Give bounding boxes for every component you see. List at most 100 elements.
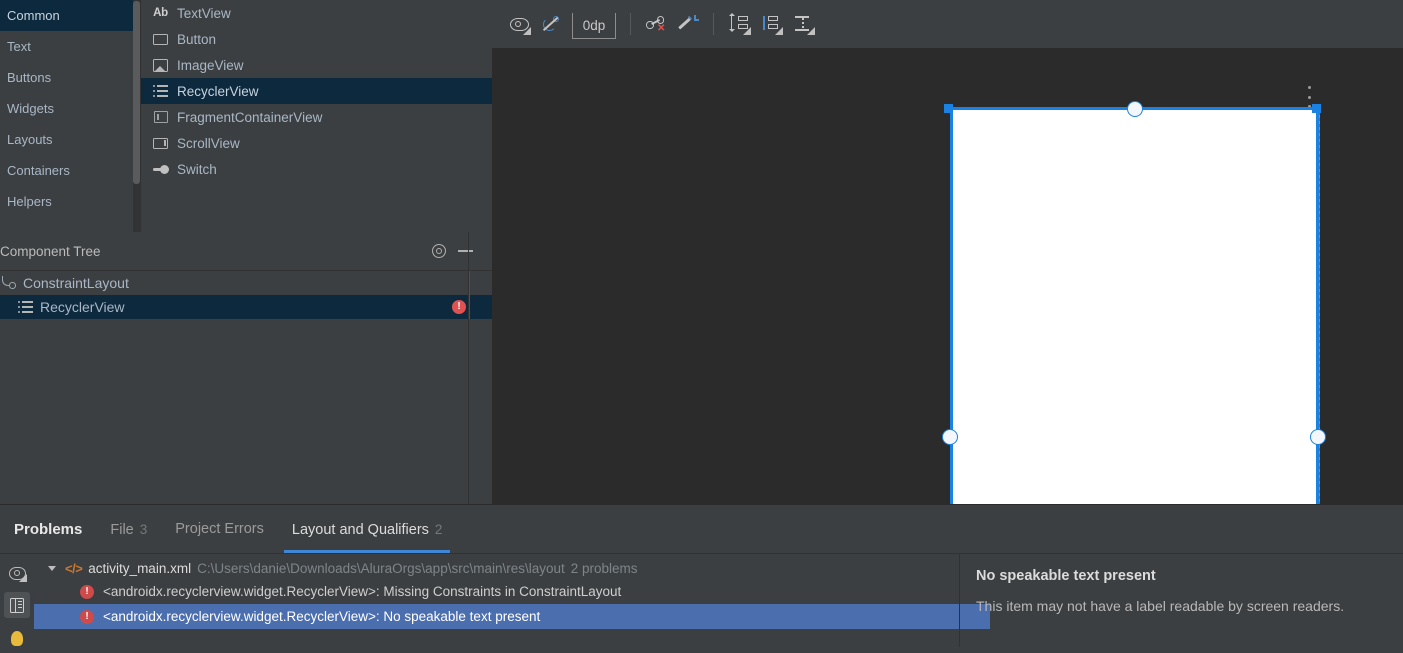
- image-icon: [152, 57, 169, 74]
- tree-row-recyclerview[interactable]: RecyclerView !: [0, 295, 492, 319]
- palette-category-buttons[interactable]: Buttons: [0, 62, 140, 93]
- palette-item-label: ImageView: [177, 57, 244, 73]
- tab-layout-and-qualifiers[interactable]: Layout and Qualifiers 2: [278, 506, 457, 553]
- clear-constraints-icon[interactable]: ✕: [641, 9, 671, 39]
- palette-category-scrollbar[interactable]: [133, 1, 140, 184]
- constraint-anchor-top[interactable]: [1127, 101, 1143, 117]
- palette-item-button[interactable]: Button: [141, 26, 492, 52]
- problem-detail-pane: No speakable text present This item may …: [959, 554, 1403, 647]
- tree-column-divider: [469, 295, 470, 319]
- button-rect-icon: [152, 31, 169, 48]
- problems-list: </> activity_main.xml C:\Users\danie\Dow…: [34, 554, 1403, 650]
- palette-item-label: FragmentContainerView: [177, 109, 323, 125]
- palette-item-label: TextView: [177, 5, 231, 21]
- toolbar-separator: [713, 13, 714, 35]
- view-options-icon[interactable]: [504, 9, 534, 39]
- palette-item-label: RecyclerView: [177, 83, 259, 99]
- palette-category-list[interactable]: Common Text Buttons Widgets Layouts Cont…: [0, 0, 140, 232]
- lightbulb-icon[interactable]: [4, 624, 30, 650]
- problem-detail-title: No speakable text present: [976, 568, 1156, 584]
- palette-item-scrollview[interactable]: ScrollView: [141, 130, 492, 156]
- tree-column-divider: [469, 271, 470, 295]
- tab-project-errors[interactable]: Project Errors: [161, 506, 278, 553]
- palette-category-label: Common: [7, 8, 60, 23]
- dropdown-arrow-icon: [775, 27, 783, 35]
- list-icon: [18, 301, 33, 313]
- resize-handle-top-left[interactable]: [944, 104, 953, 113]
- palette-category-widgets[interactable]: Widgets: [0, 93, 140, 124]
- palette-item-list[interactable]: Ab TextView Button ImageView RecyclerVie…: [140, 0, 492, 232]
- toolbar-separator: [630, 13, 631, 35]
- tab-label: File: [110, 521, 134, 538]
- design-canvas[interactable]: [492, 48, 1403, 505]
- palette-category-containers[interactable]: Containers: [0, 155, 140, 186]
- palette-category-common[interactable]: Common: [0, 0, 140, 31]
- side-panel-toggle-icon[interactable]: [4, 592, 30, 618]
- constraint-anchor-left[interactable]: [942, 429, 958, 445]
- palette-category-label: Text: [7, 39, 31, 54]
- switch-icon: [152, 161, 169, 178]
- fragment-icon: [152, 109, 169, 126]
- problem-row-text: <androidx.recyclerview.widget.RecyclerVi…: [103, 584, 622, 599]
- tree-row-constraintlayout[interactable]: ConstraintLayout: [0, 271, 492, 295]
- palette-item-textview[interactable]: Ab TextView: [141, 0, 492, 26]
- problems-file-name: activity_main.xml: [88, 560, 192, 576]
- tree-row-label: ConstraintLayout: [23, 275, 129, 291]
- hide-constraints-icon[interactable]: [536, 9, 566, 39]
- scroll-icon: [152, 135, 169, 152]
- infer-constraints-icon[interactable]: [673, 9, 703, 39]
- problems-file-path: C:\Users\danie\Downloads\AluraOrgs\app\s…: [197, 560, 565, 576]
- chevron-down-icon[interactable]: [48, 565, 56, 571]
- palette-category-text[interactable]: Text: [0, 31, 140, 62]
- xml-file-icon: </>: [65, 560, 83, 576]
- tab-file[interactable]: File 3: [96, 506, 161, 553]
- component-tree-right-divider: [468, 232, 469, 504]
- android-studio-layout-editor: Common Text Buttons Widgets Layouts Cont…: [0, 0, 1403, 647]
- palette-item-imageview[interactable]: ImageView: [141, 52, 492, 78]
- tree-row-error-badge[interactable]: !: [452, 300, 466, 314]
- tab-label: Layout and Qualifiers: [291, 521, 429, 538]
- tab-count: 2: [434, 521, 443, 537]
- device-preview-recyclerview[interactable]: [950, 108, 1320, 505]
- pack-icon[interactable]: [724, 9, 754, 39]
- palette-category-label: Helpers: [7, 194, 52, 209]
- problem-row-no-speakable-text[interactable]: ! <androidx.recyclerview.widget.Recycler…: [34, 604, 990, 629]
- component-tree-settings-button[interactable]: [426, 238, 452, 264]
- palette-item-label: Button: [177, 31, 217, 47]
- error-icon: !: [80, 609, 94, 624]
- palette-item-label: ScrollView: [177, 135, 240, 151]
- text-ab-icon: Ab: [153, 7, 168, 19]
- palette-panel: Common Text Buttons Widgets Layouts Cont…: [0, 0, 492, 233]
- error-icon: !: [80, 584, 94, 599]
- dropdown-arrow-icon: [523, 27, 531, 35]
- palette-item-recyclerview[interactable]: RecyclerView: [141, 78, 492, 104]
- problem-row-text: <androidx.recyclerview.widget.RecyclerVi…: [103, 609, 541, 624]
- align-icon[interactable]: [756, 9, 786, 39]
- component-tree-minimize-button[interactable]: [452, 238, 478, 264]
- palette-category-label: Containers: [7, 163, 70, 178]
- palette-item-switch[interactable]: Switch: [141, 156, 492, 182]
- palette-category-helpers[interactable]: Helpers: [0, 186, 140, 217]
- default-margin-field[interactable]: 0dp: [572, 13, 616, 39]
- component-tree-header: Component Tree: [0, 232, 492, 271]
- palette-category-label: Widgets: [7, 101, 54, 116]
- constraint-layout-icon: [1, 276, 16, 290]
- constraint-anchor-right[interactable]: [1310, 429, 1326, 445]
- design-surface: 0dp ✕: [492, 0, 1403, 505]
- palette-category-layouts[interactable]: Layouts: [0, 124, 140, 155]
- design-toolbar: 0dp ✕: [492, 0, 1403, 49]
- component-tree-rows: ConstraintLayout RecyclerView !: [0, 271, 492, 319]
- component-tree-panel: Component Tree ConstraintLayout Recycler…: [0, 232, 492, 504]
- guidelines-icon[interactable]: [788, 9, 818, 39]
- minimize-icon: [457, 250, 473, 252]
- tree-row-label: RecyclerView: [40, 299, 125, 315]
- tab-label: Project Errors: [175, 520, 264, 537]
- palette-category-label: Buttons: [7, 70, 52, 85]
- list-icon: [152, 83, 169, 100]
- problem-detail-body: This item may not have a label readable …: [976, 598, 1345, 614]
- preview-eye-icon[interactable]: [4, 560, 30, 586]
- resize-handle-top-right[interactable]: [1312, 104, 1321, 113]
- palette-item-fragmentcontainerview[interactable]: FragmentContainerView: [141, 104, 492, 130]
- problems-body: </> activity_main.xml C:\Users\danie\Dow…: [0, 554, 1403, 647]
- problem-row-missing-constraints[interactable]: ! <androidx.recyclerview.widget.Recycler…: [34, 579, 990, 604]
